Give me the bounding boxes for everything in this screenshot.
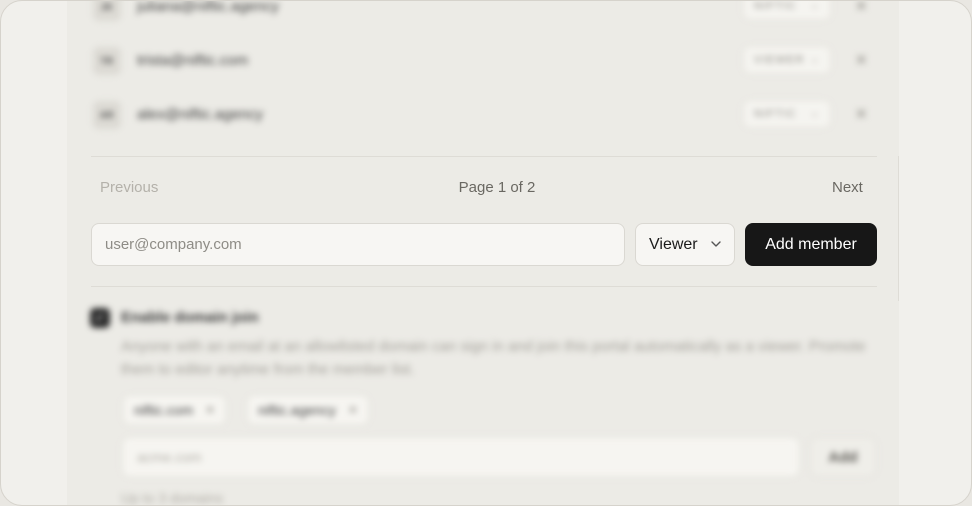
domain-hint: Up to 3 domains: [121, 490, 223, 506]
add-domain-button[interactable]: Add: [810, 437, 876, 477]
member-email-input[interactable]: [91, 223, 625, 266]
domain-join-title: Enable domain join: [121, 309, 259, 326]
member-email: alex@niftic.agency: [137, 106, 264, 123]
avatar: TR: [93, 47, 121, 75]
domain-input[interactable]: acme.com: [122, 437, 800, 477]
member-role-select[interactable]: NIFTIC ⌄: [743, 100, 831, 128]
domain-join-checkbox[interactable]: ✓: [90, 308, 110, 328]
domain-join-description: Anyone with an email at an allowlisted d…: [121, 338, 866, 378]
avatar: AR: [93, 101, 121, 129]
divider: [91, 286, 877, 287]
domain-chip: niftic.agency ✕: [247, 395, 369, 425]
role-select[interactable]: Viewer: [635, 223, 735, 266]
member-email: juliana@niftic.agency: [137, 0, 279, 15]
member-row[interactable]: TR trista@niftic.com VIEWER ⌄ ✕: [91, 41, 877, 81]
avatar: JK: [93, 1, 121, 21]
close-icon[interactable]: ✕: [855, 1, 868, 15]
member-role-label: VIEWER: [754, 54, 805, 66]
divider: [898, 156, 899, 301]
domain-chip-label: niftic.com: [134, 402, 194, 418]
domain-input-placeholder: acme.com: [137, 449, 202, 465]
chevron-down-icon: ⌄: [810, 0, 820, 11]
app-window: JK juliana@niftic.agency NIFTIC ⌄ ✕ TR t…: [0, 0, 972, 506]
chevron-down-icon: ⌄: [810, 108, 820, 119]
member-role-label: NIFTIC: [754, 0, 797, 12]
chevron-down-icon: [711, 241, 721, 247]
close-icon[interactable]: ✕: [855, 105, 868, 123]
page-indicator: Page 1 of 2: [458, 179, 536, 196]
close-icon[interactable]: ✕: [855, 51, 868, 69]
close-icon[interactable]: ✕: [205, 403, 215, 417]
member-role-select[interactable]: VIEWER ⌄: [743, 46, 831, 74]
member-row[interactable]: AR alex@niftic.agency NIFTIC ⌄ ✕: [91, 95, 877, 135]
member-role-label: NIFTIC: [754, 108, 797, 120]
add-member-button[interactable]: Add member: [745, 223, 877, 266]
next-page-button[interactable]: Next: [832, 179, 863, 196]
check-icon: ✓: [94, 310, 106, 325]
divider: [91, 156, 877, 157]
member-role-select[interactable]: NIFTIC ⌄: [743, 0, 831, 20]
role-select-value: Viewer: [649, 235, 698, 253]
domain-chip: niftic.com ✕: [123, 395, 227, 425]
domain-chip-label: niftic.agency: [258, 402, 336, 418]
close-icon[interactable]: ✕: [348, 403, 358, 417]
member-row[interactable]: JK juliana@niftic.agency NIFTIC ⌄ ✕: [91, 0, 877, 27]
chevron-down-icon: ⌄: [810, 54, 820, 65]
member-email: trista@niftic.com: [137, 52, 249, 69]
